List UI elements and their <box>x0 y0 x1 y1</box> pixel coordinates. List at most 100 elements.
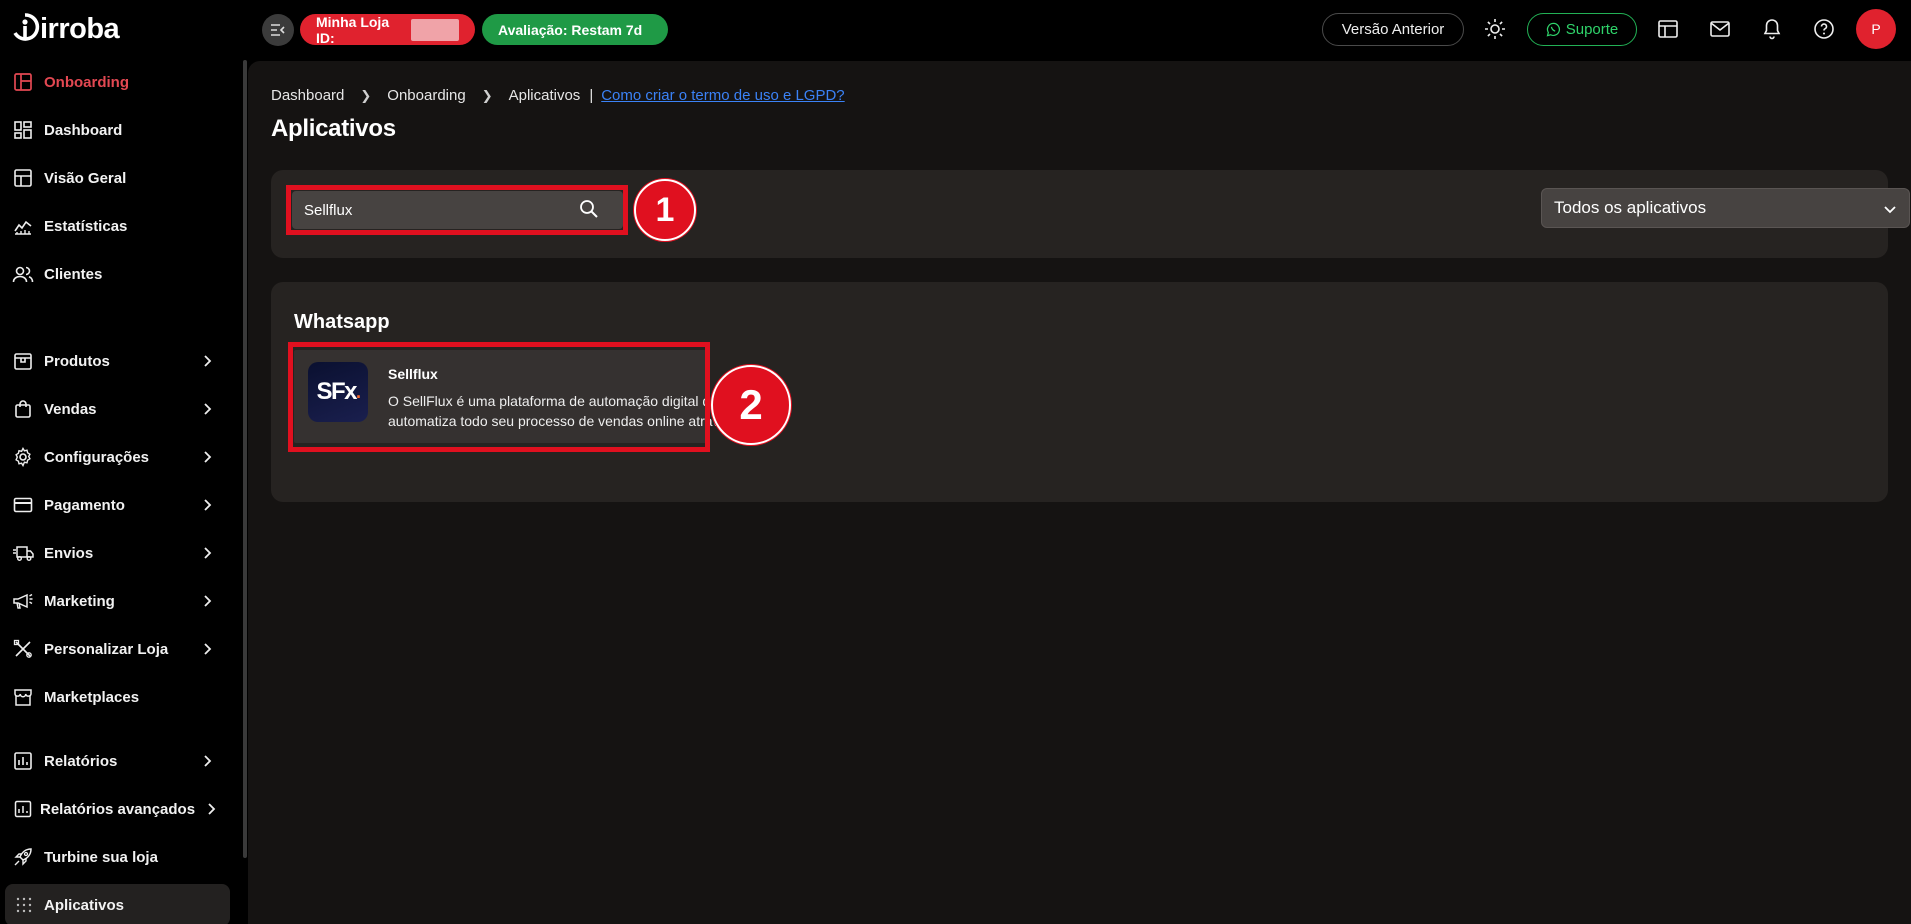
chevron-right-icon <box>204 643 212 655</box>
breadcrumb: Dashboard ❯ Onboarding ❯ Aplicativos | C… <box>271 87 845 104</box>
irroba-logo-icon <box>13 13 40 41</box>
breadcrumb-dashboard[interactable]: Dashboard <box>271 87 344 104</box>
line-chart-icon <box>12 215 34 237</box>
sidebar-item-label: Envios <box>44 544 94 562</box>
filter-panel: Sellflux 1 Todos os aplicativos <box>271 170 1910 258</box>
chevron-right-icon <box>208 803 216 815</box>
sidebar-item-label: Aplicativos <box>44 896 125 914</box>
callout-badge-2: 2 <box>711 365 791 445</box>
category-title: Whatsapp <box>294 311 390 333</box>
box-icon <box>12 350 34 372</box>
sidebar-item-marketing[interactable]: Marketing <box>0 580 240 622</box>
layout-panel-icon <box>12 167 34 189</box>
sidebar-item-label: Dashboard <box>44 121 123 139</box>
chevron-right-icon <box>204 355 212 367</box>
main-content: Dashboard ❯ Onboarding ❯ Aplicativos | C… <box>248 61 1911 924</box>
breadcrumb-divider: | <box>589 87 594 104</box>
help-icon[interactable] <box>1811 16 1837 42</box>
sidebar-item-relatorios[interactable]: Relatórios <box>0 740 240 782</box>
bar-chart-icon <box>12 750 34 772</box>
sidebar-item-onboarding[interactable]: Onboarding <box>0 61 240 103</box>
apps-dots-icon <box>13 894 35 916</box>
top-bar: irroba Minha Loja ID: Avaliação: Restam … <box>0 0 1911 58</box>
layout-icon <box>12 71 34 93</box>
sidebar-item-estatisticas[interactable]: Estatísticas <box>0 205 240 247</box>
whatsapp-icon <box>1546 22 1560 37</box>
storefront-icon[interactable] <box>1655 16 1681 42</box>
chevron-right-icon: ❯ <box>481 87 493 103</box>
sidebar-item-label: Personalizar Loja <box>44 640 169 658</box>
sidebar-scrollbar[interactable] <box>243 60 247 858</box>
chevron-down-icon <box>1884 206 1896 214</box>
logo-text: irroba <box>40 12 120 45</box>
sidebar-item-pagamento[interactable]: Pagamento <box>0 484 240 526</box>
truck-icon <box>12 542 34 564</box>
help-link[interactable]: Como criar o termo de uso e LGPD? <box>601 87 844 104</box>
notifications-bell-icon[interactable] <box>1759 16 1785 42</box>
chevron-right-icon <box>204 499 212 511</box>
callout-badge-1: 1 <box>634 179 696 241</box>
sidebar-item-visao-geral[interactable]: Visão Geral <box>0 157 240 199</box>
users-icon <box>12 263 34 285</box>
megaphone-icon <box>12 590 34 612</box>
sidebar-item-label: Onboarding <box>44 73 129 91</box>
user-avatar[interactable]: P <box>1856 9 1896 49</box>
store-id-redacted <box>410 18 459 41</box>
irroba-logo[interactable]: irroba <box>10 11 120 47</box>
evaluation-badge[interactable]: Avaliação: Restam 7d <box>482 14 668 45</box>
chevron-right-icon <box>204 451 212 463</box>
sidebar-item-personalizar-loja[interactable]: Personalizar Loja <box>0 628 240 670</box>
apps-panel: Whatsapp SFx. Sellflux O SellFlux é uma … <box>271 282 1888 502</box>
previous-version-button[interactable]: Versão Anterior <box>1322 13 1464 46</box>
sidebar-item-label: Configurações <box>44 448 150 466</box>
credit-card-icon <box>12 494 34 516</box>
sidebar-item-label: Produtos <box>44 352 110 370</box>
highlight-box-search <box>286 185 628 235</box>
sidebar-item-label: Vendas <box>44 400 97 418</box>
chevron-right-icon <box>204 547 212 559</box>
sidebar-item-label: Turbine sua loja <box>44 848 158 866</box>
sidebar-item-aplicativos[interactable]: Aplicativos <box>5 884 230 924</box>
chevron-right-icon <box>204 755 212 767</box>
app-filter-selected: Todos os aplicativos <box>1554 198 1707 217</box>
sidebar-item-dashboard[interactable]: Dashboard <box>0 109 240 151</box>
report-icon <box>12 798 34 820</box>
store-id-badge[interactable]: Minha Loja ID: <box>300 13 475 46</box>
sidebar-item-label: Marketplaces <box>44 688 140 706</box>
sidebar-item-label: Marketing <box>44 592 115 610</box>
tools-icon <box>12 638 34 660</box>
highlight-box-app <box>288 342 710 452</box>
sidebar-item-clientes[interactable]: Clientes <box>0 253 240 295</box>
shopping-bag-icon <box>12 398 34 420</box>
collapse-sidebar-button[interactable] <box>262 14 294 46</box>
sidebar-item-turbine-sua-loja[interactable]: Turbine sua loja <box>0 836 240 878</box>
sidebar-item-relatorios-avancados[interactable]: Relatórios avançados <box>0 788 240 830</box>
support-label: Suporte <box>1565 21 1619 38</box>
sidebar-item-label: Relatórios <box>44 752 118 770</box>
sidebar-item-configuracoes[interactable]: Configurações <box>0 436 240 478</box>
app-filter-select[interactable]: Todos os aplicativos <box>1541 188 1910 228</box>
chevron-right-icon: ❯ <box>360 87 372 103</box>
support-button[interactable]: Suporte <box>1527 13 1637 46</box>
sidebar-item-label: Pagamento <box>44 496 125 514</box>
sidebar: Onboarding Dashboard Visão Geral Estatís… <box>0 58 246 924</box>
sidebar-item-marketplaces[interactable]: Marketplaces <box>0 676 240 718</box>
chevron-right-icon <box>204 595 212 607</box>
sidebar-item-produtos[interactable]: Produtos <box>0 340 240 382</box>
menu-collapse-icon <box>271 24 285 36</box>
store-icon <box>12 686 34 708</box>
sidebar-item-label: Clientes <box>44 265 103 283</box>
sidebar-item-label: Visão Geral <box>44 169 127 187</box>
breadcrumb-aplicativos: Aplicativos <box>508 87 581 104</box>
mail-icon[interactable] <box>1707 16 1733 42</box>
sidebar-item-envios[interactable]: Envios <box>0 532 240 574</box>
store-id-label: Minha Loja ID: <box>316 13 390 46</box>
chevron-right-icon <box>204 403 212 415</box>
breadcrumb-onboarding[interactable]: Onboarding <box>387 87 465 104</box>
sidebar-item-vendas[interactable]: Vendas <box>0 388 240 430</box>
theme-toggle-sun-icon[interactable] <box>1482 16 1508 42</box>
rocket-icon <box>12 846 34 868</box>
page-title: Aplicativos <box>271 115 396 142</box>
dashboard-grid-icon <box>12 119 34 141</box>
sidebar-item-label: Estatísticas <box>44 217 128 235</box>
